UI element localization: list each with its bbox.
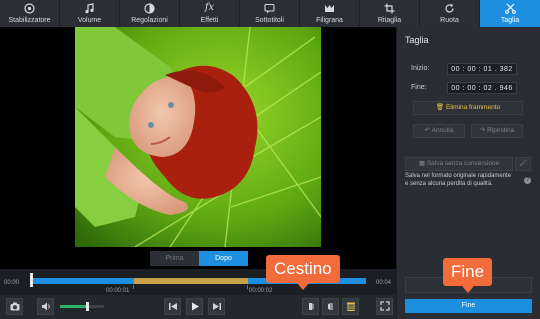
before-button[interactable]: Prima	[150, 251, 199, 266]
tab-stabilizer[interactable]: Stabilizzatore	[0, 0, 60, 27]
callout-arrow	[296, 283, 309, 290]
end-label: Fine:	[411, 84, 427, 91]
tab-label: Volume	[77, 17, 102, 24]
fullscreen-icon	[379, 298, 390, 316]
save-label: Salva senza conversione	[426, 160, 500, 167]
subtitle-icon	[264, 2, 275, 14]
watermark-icon	[324, 2, 335, 14]
volume-slider[interactable]	[60, 302, 104, 311]
tab-label: Stabilizzatore	[8, 17, 51, 24]
tab-cut[interactable]: Taglia	[480, 0, 540, 27]
marker-left-icon	[306, 298, 316, 316]
tab-effects[interactable]: fx Effetti	[180, 0, 240, 27]
toolbar: Stabilizzatore Volume Regolazioni fx Eff…	[0, 0, 540, 27]
undo-label: Annulla	[431, 127, 454, 134]
start-label: Inizio:	[411, 65, 430, 72]
start-time-field[interactable]: 00 : 00 : 01 . 382	[447, 63, 517, 75]
tab-crop[interactable]: Ritaglia	[360, 0, 420, 27]
undo-button[interactable]: ↶ Annulla	[413, 124, 465, 138]
crop-icon	[384, 2, 395, 14]
marker-right-icon	[326, 298, 336, 316]
previous-frame-button[interactable]	[164, 298, 181, 315]
speaker-icon	[41, 298, 51, 316]
after-button[interactable]: Dopo	[199, 251, 248, 266]
brush-button[interactable]: 🖌	[515, 157, 531, 171]
volume-knob[interactable]	[86, 302, 90, 311]
mute-button[interactable]	[37, 298, 54, 315]
play-icon	[190, 298, 200, 316]
save-note: Salva nel formato originale rapidamente …	[405, 173, 512, 187]
end-time-field[interactable]: 00 : 00 : 02 . 946	[447, 82, 517, 94]
save-without-conversion-button[interactable]: ▦ Salva senza conversione	[405, 157, 513, 171]
tab-label: Taglia	[500, 17, 520, 24]
before-after-toggle: Prima Dopo	[150, 251, 248, 266]
camera-icon	[10, 298, 20, 316]
tab-watermark[interactable]: Filigrana	[300, 0, 360, 27]
tab-label: Regolazioni	[131, 17, 168, 24]
tab-label: Ruota	[440, 17, 459, 24]
adjustments-icon	[144, 2, 155, 14]
tab-adjustments[interactable]: Regolazioni	[120, 0, 180, 27]
volume-level	[60, 305, 88, 308]
trash-callout: Cestino	[266, 255, 340, 290]
timeline-tick	[247, 285, 248, 289]
skip-forward-icon	[212, 298, 222, 316]
snapshot-button[interactable]	[6, 298, 23, 315]
panel-title: Taglia	[405, 35, 429, 45]
tab-label: Effetti	[200, 17, 219, 24]
stabilizer-icon	[24, 2, 35, 14]
tab-rotate[interactable]: Ruota	[420, 0, 480, 27]
redo-button[interactable]: ↷ Ripristina	[471, 124, 523, 138]
video-preview: Prima Dopo	[0, 27, 396, 269]
tab-label: Ritaglia	[377, 17, 402, 24]
video-frame	[75, 27, 321, 247]
fullscreen-button[interactable]	[376, 298, 393, 315]
playback-controls	[0, 295, 396, 319]
timeline-mark-2: 00:00:02	[249, 288, 273, 294]
done-callout: Fine	[443, 258, 493, 293]
scissors-icon	[504, 2, 516, 14]
trash-icon: 🗑	[435, 104, 445, 111]
rotate-icon	[444, 2, 455, 14]
redo-icon: ↷	[479, 127, 486, 134]
delete-fragment-button[interactable]: 🗑 Elimina frammento	[413, 101, 523, 115]
tab-subtitles[interactable]: Sottotitoli	[240, 0, 300, 27]
timeline-mark-1: 00:00:01	[106, 288, 130, 294]
timeline-tick	[133, 285, 134, 289]
mark-end-button[interactable]	[322, 298, 339, 315]
playhead[interactable]	[30, 273, 33, 287]
fx-icon: fx	[204, 2, 215, 13]
skip-back-icon	[168, 298, 178, 316]
save-icon: ▦	[418, 160, 426, 167]
music-note-icon	[84, 2, 95, 14]
done-button[interactable]: Fine	[405, 299, 532, 313]
timeline-end-time: 00:04	[376, 280, 392, 286]
timeline-start-time: 00:00	[4, 280, 20, 286]
done-callout-label: Fine	[451, 262, 485, 281]
help-icon[interactable]: ?	[524, 177, 531, 184]
tab-volume[interactable]: Volume	[60, 0, 120, 27]
delete-button[interactable]	[342, 298, 359, 315]
undo-icon: ↶	[424, 127, 431, 134]
tab-label: Sottotitoli	[255, 17, 284, 24]
trash-icon	[346, 298, 356, 316]
delete-fragment-label: Elimina frammento	[445, 104, 501, 111]
trash-callout-label: Cestino	[274, 259, 332, 278]
callout-arrow	[461, 286, 474, 293]
brush-icon: 🖌	[518, 160, 528, 167]
play-button[interactable]	[186, 298, 203, 315]
mark-start-button[interactable]	[302, 298, 319, 315]
tab-label: Filigrana	[316, 17, 343, 24]
next-frame-button[interactable]	[208, 298, 225, 315]
selected-fragment[interactable]	[134, 278, 248, 284]
redo-label: Ripristina	[487, 127, 515, 134]
